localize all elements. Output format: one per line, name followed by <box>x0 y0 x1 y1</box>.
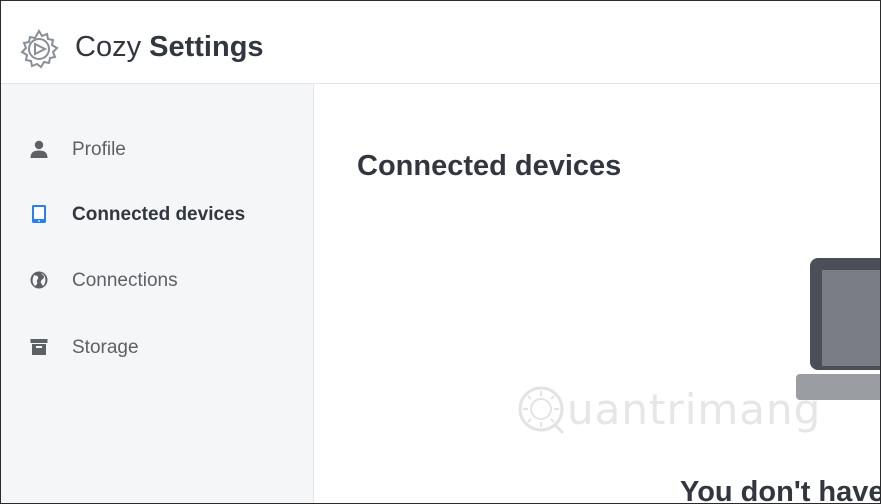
sidebar-item-storage[interactable]: Storage <box>1 327 313 367</box>
app-name-light: Cozy <box>75 31 142 63</box>
sidebar-item-label: Storage <box>72 337 139 358</box>
settings-window: Cozy Settings Profile Connected devices <box>0 0 881 504</box>
app-title: Cozy Settings <box>75 27 264 67</box>
page-title: Connected devices <box>357 150 622 182</box>
main-content: Connected devices uantrimang You don't h… <box>314 84 880 503</box>
sidebar-item-profile[interactable]: Profile <box>1 129 313 169</box>
sidebar-item-label: Connected devices <box>72 204 246 225</box>
user-icon <box>30 140 48 158</box>
sidebar-item-label: Connections <box>72 270 178 291</box>
empty-state-message: You don't have <box>680 476 881 504</box>
archive-icon <box>30 339 48 355</box>
globe-icon <box>30 271 48 289</box>
sidebar-item-connections[interactable]: Connections <box>1 260 313 300</box>
app-header: Cozy Settings <box>1 1 880 84</box>
sidebar: Profile Connected devices Connections St… <box>1 84 314 503</box>
watermark-logo-icon <box>518 386 565 435</box>
watermark: uantrimang <box>517 377 820 447</box>
watermark-text: uantrimang <box>567 385 822 434</box>
tablet-icon <box>32 205 46 223</box>
gear-icon <box>20 29 59 69</box>
sidebar-item-connected-devices[interactable]: Connected devices <box>1 194 313 234</box>
app-name-bold: Settings <box>149 31 264 63</box>
sidebar-item-label: Profile <box>72 139 126 160</box>
